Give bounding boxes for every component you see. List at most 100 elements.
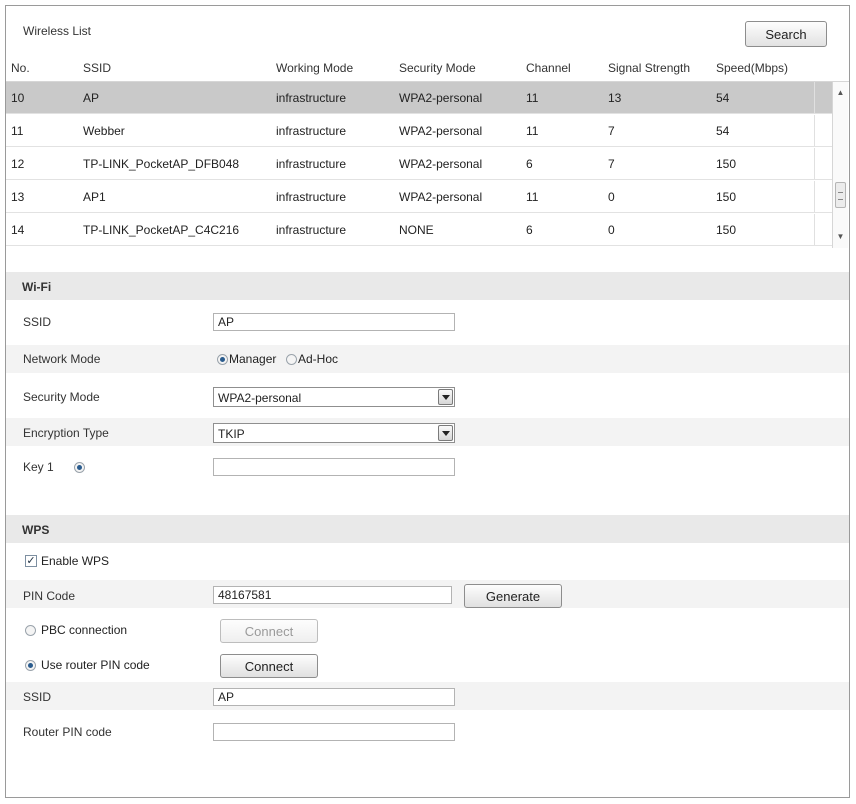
cell-signal-strength: 13: [608, 91, 622, 105]
cell-no: 13: [11, 190, 25, 204]
column-header-speed: Speed(Mbps): [716, 61, 789, 75]
wireless-list-scrollbar[interactable]: ▲ ▼: [832, 82, 848, 248]
column-header-signal-strength: Signal Strength: [608, 61, 691, 75]
router-pin-code-label: Router PIN code: [23, 725, 112, 739]
use-router-pin-label: Use router PIN code: [41, 658, 150, 672]
wireless-settings-panel: Wireless List Search No. SSID Working Mo…: [5, 5, 850, 798]
cell-working-mode: infrastructure: [276, 91, 347, 105]
wifi-section-header: Wi-Fi: [6, 272, 849, 300]
key1-input[interactable]: [213, 458, 455, 476]
pbc-connection-label: PBC connection: [41, 623, 128, 637]
cell-speed: 54: [716, 91, 730, 105]
wireless-list-header: No. SSID Working Mode Security Mode Chan…: [6, 53, 849, 82]
cell-speed: 54: [716, 124, 730, 138]
pbc-connection-radio[interactable]: [25, 625, 36, 636]
enable-wps-checkbox[interactable]: ✓: [25, 555, 37, 567]
wifi-ssid-input[interactable]: [213, 313, 455, 331]
column-divider: [814, 115, 815, 146]
enable-wps-label: Enable WPS: [41, 554, 110, 568]
security-mode-value: WPA2-personal: [218, 391, 302, 405]
cell-no: 12: [11, 157, 25, 171]
use-router-pin-row: Use router PIN code Connect: [6, 650, 849, 678]
column-header-security-mode: Security Mode: [399, 61, 476, 75]
manager-mode-radio[interactable]: [217, 354, 228, 365]
wireless-network-row[interactable]: 13 AP1 infrastructure WPA2-personal 11 0 150: [6, 181, 832, 213]
wireless-network-row[interactable]: 10 AP infrastructure WPA2-personal 11 13 54: [6, 82, 832, 114]
router-pin-code-input[interactable]: [213, 723, 455, 741]
search-button[interactable]: Search: [745, 21, 827, 47]
router-pin-code-row: Router PIN code: [6, 716, 849, 744]
cell-speed: 150: [716, 223, 737, 237]
use-router-pin-radio[interactable]: [25, 660, 36, 671]
cell-working-mode: infrastructure: [276, 223, 347, 237]
wireless-network-row[interactable]: 11 Webber infrastructure WPA2-personal 11 7 54: [6, 115, 832, 147]
wps-ssid-input[interactable]: [213, 688, 455, 706]
cell-security-mode: WPA2-personal: [399, 157, 483, 171]
column-header-no: No.: [11, 61, 30, 75]
network-mode-label: Network Mode: [23, 352, 101, 366]
cell-ssid: TP-LINK_PocketAP_DFB048: [83, 157, 240, 171]
scrollbar-thumb[interactable]: [835, 182, 846, 208]
wifi-section-title: Wi-Fi: [22, 280, 52, 294]
pin-code-label: PIN Code: [23, 589, 76, 603]
wps-ssid-row: SSID: [6, 682, 849, 710]
cell-security-mode: NONE: [399, 223, 434, 237]
cell-no: 10: [11, 91, 25, 105]
cell-channel: 6: [526, 223, 533, 237]
cell-signal-strength: 7: [608, 124, 615, 138]
encryption-type-select[interactable]: TKIP: [213, 423, 455, 443]
wps-ssid-label: SSID: [23, 690, 52, 704]
cell-working-mode: infrastructure: [276, 124, 347, 138]
key1-label: Key 1: [23, 460, 54, 474]
cell-security-mode: WPA2-personal: [399, 124, 483, 138]
key1-radio[interactable]: [74, 462, 85, 473]
scroll-up-arrow-icon[interactable]: ▲: [833, 86, 848, 100]
wireless-list-title: Wireless List: [23, 24, 92, 38]
column-header-ssid: SSID: [83, 61, 112, 75]
manager-mode-label: Manager: [229, 352, 277, 366]
pin-code-input[interactable]: [213, 586, 452, 604]
pbc-connect-button[interactable]: Connect: [220, 619, 318, 643]
wps-section-header: WPS: [6, 515, 849, 543]
column-divider: [814, 214, 815, 245]
cell-working-mode: infrastructure: [276, 157, 347, 171]
encryption-type-row: Encryption Type TKIP: [6, 418, 849, 446]
cell-signal-strength: 0: [608, 223, 615, 237]
generate-button[interactable]: Generate: [464, 584, 562, 608]
router-pin-connect-button[interactable]: Connect: [220, 654, 318, 678]
adhoc-mode-radio[interactable]: [286, 354, 297, 365]
wifi-ssid-row: SSID: [6, 308, 849, 336]
scroll-down-arrow-icon[interactable]: ▼: [833, 230, 848, 244]
wireless-list-table: 10 AP infrastructure WPA2-personal 11 13 54 11 W…: [6, 82, 832, 248]
cell-security-mode: WPA2-personal: [399, 190, 483, 204]
key1-row: Key 1: [6, 453, 849, 481]
pbc-connection-row: PBC connection Connect: [6, 615, 849, 643]
encryption-type-label: Encryption Type: [23, 426, 109, 440]
chevron-down-icon[interactable]: [438, 425, 453, 441]
column-header-working-mode: Working Mode: [276, 61, 354, 75]
enable-wps-row: ✓ Enable WPS: [6, 547, 849, 575]
cell-ssid: AP1: [83, 190, 106, 204]
cell-ssid: AP: [83, 91, 100, 105]
cell-speed: 150: [716, 190, 737, 204]
encryption-type-value: TKIP: [218, 427, 245, 441]
cell-channel: 11: [526, 91, 539, 105]
adhoc-mode-label: Ad-Hoc: [298, 352, 339, 366]
security-mode-label: Security Mode: [23, 390, 100, 404]
wifi-ssid-label: SSID: [23, 315, 52, 329]
cell-ssid: TP-LINK_PocketAP_C4C216: [83, 223, 240, 237]
cell-working-mode: infrastructure: [276, 190, 347, 204]
security-mode-select[interactable]: WPA2-personal: [213, 387, 455, 407]
cell-no: 14: [11, 223, 25, 237]
wireless-network-row[interactable]: 12 TP-LINK_PocketAP_DFB048 infrastructure W…: [6, 148, 832, 180]
cell-speed: 150: [716, 157, 737, 171]
wps-section-title: WPS: [22, 523, 50, 537]
cell-no: 11: [11, 124, 24, 138]
cell-channel: 6: [526, 157, 533, 171]
column-divider: [814, 82, 815, 113]
cell-ssid: Webber: [83, 124, 125, 138]
cell-channel: 11: [526, 190, 539, 204]
chevron-down-icon[interactable]: [438, 389, 453, 405]
wireless-network-row[interactable]: 14 TP-LINK_PocketAP_C4C216 infrastructure N…: [6, 214, 832, 246]
cell-security-mode: WPA2-personal: [399, 91, 483, 105]
